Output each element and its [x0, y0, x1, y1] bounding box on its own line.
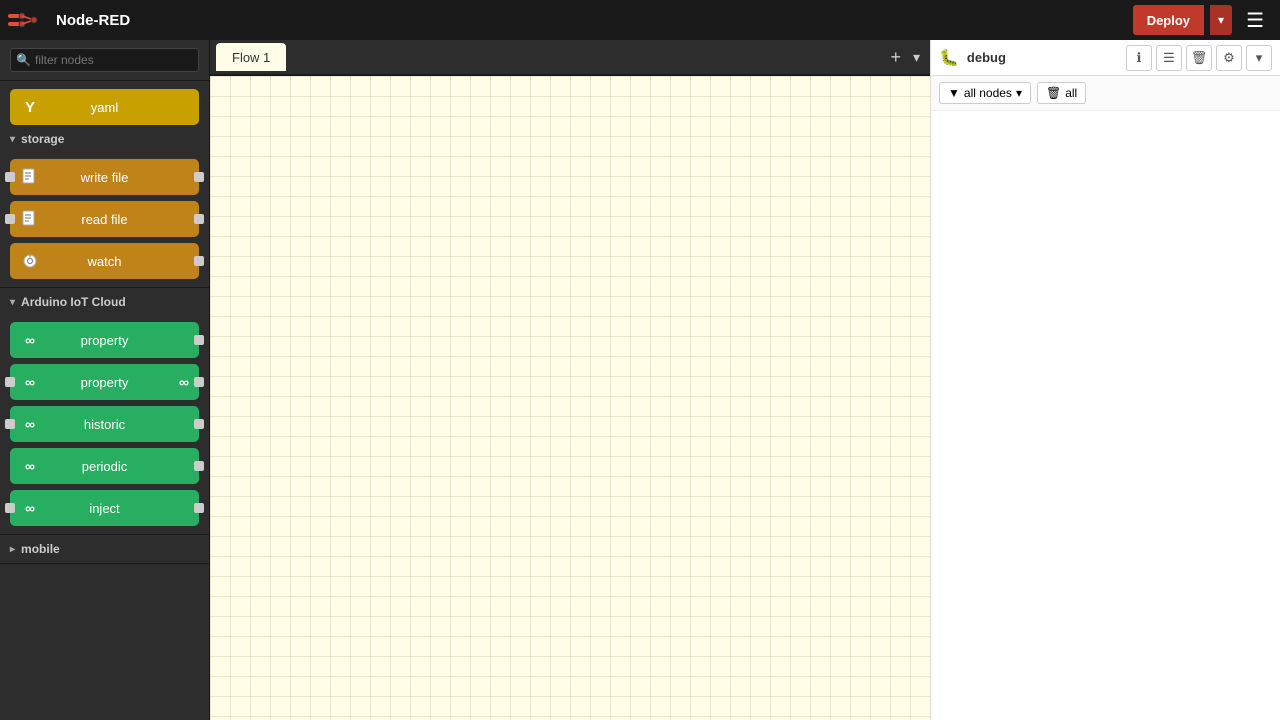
- category-mobile: ▸ mobile: [0, 535, 209, 564]
- clear-all-label: all: [1065, 86, 1077, 100]
- category-arduino-label: Arduino IoT Cloud: [21, 295, 126, 309]
- inject-port-left: [5, 503, 15, 513]
- property-out-node[interactable]: ∞ property: [10, 322, 199, 358]
- search-icon: 🔍: [16, 53, 31, 67]
- all-nodes-label: all nodes: [964, 86, 1012, 100]
- flow-tab-1-label: Flow 1: [232, 50, 270, 65]
- category-mobile-header[interactable]: ▸ mobile: [0, 535, 209, 563]
- yaml-icon: Y: [20, 97, 40, 117]
- main-layout: 🔍 Y yaml ▾ storage: [0, 40, 1280, 720]
- inject-icon: ∞: [20, 498, 40, 518]
- all-nodes-filter-button[interactable]: ▼ all nodes ▾: [939, 82, 1031, 104]
- canvas-area: Flow 1 + ▾: [210, 40, 930, 720]
- debug-icon: 🐛: [939, 48, 959, 68]
- arduino-chevron-icon: ▾: [10, 297, 15, 308]
- app-title: Node-RED: [56, 12, 130, 29]
- inject-node[interactable]: ∞ inject: [10, 490, 199, 526]
- periodic-port-right: [194, 461, 204, 471]
- write-file-icon: [20, 167, 40, 187]
- inject-port-right: [194, 503, 204, 513]
- debug-gear-button[interactable]: ⚙: [1216, 45, 1242, 71]
- filter-nodes-input[interactable]: [10, 48, 199, 72]
- property-in-port-left: [5, 377, 15, 387]
- debug-panel-dropdown-button[interactable]: ▾: [1246, 45, 1272, 71]
- historic-port-left: [5, 419, 15, 429]
- debug-title: debug: [967, 50, 1122, 65]
- property-in-icon-left: ∞: [20, 372, 40, 392]
- watch-node[interactable]: watch: [10, 243, 199, 279]
- filter-input-wrap: 🔍: [0, 40, 209, 81]
- topbar-right: Deploy ▾ ☰: [1133, 4, 1272, 37]
- property-out-icon: ∞: [20, 330, 40, 350]
- category-arduino-header[interactable]: ▾ Arduino IoT Cloud: [0, 288, 209, 316]
- category-storage: ▾ storage write file: [0, 125, 209, 288]
- storage-chevron-icon: ▾: [10, 134, 15, 145]
- trash-icon: 🗑: [1046, 86, 1061, 100]
- category-arduino: ▾ Arduino IoT Cloud ∞ property ∞ propert…: [0, 288, 209, 535]
- arduino-nodes: ∞ property ∞ property ∞ ∞ historic: [0, 316, 209, 534]
- storage-nodes: write file read file wa: [0, 153, 209, 287]
- read-file-port-left: [5, 214, 15, 224]
- flow-tabs: Flow 1 + ▾: [210, 40, 930, 76]
- debug-info-button[interactable]: ℹ: [1126, 45, 1152, 71]
- hamburger-menu-button[interactable]: ☰: [1238, 4, 1272, 37]
- flow-tab-1[interactable]: Flow 1: [216, 43, 286, 71]
- topbar-left: Node-RED: [8, 9, 130, 31]
- flow-canvas[interactable]: [210, 76, 930, 720]
- watch-port-right: [194, 256, 204, 266]
- category-storage-label: storage: [21, 132, 64, 146]
- deploy-dropdown-button[interactable]: ▾: [1210, 5, 1232, 35]
- deploy-button[interactable]: Deploy: [1133, 5, 1204, 35]
- add-flow-tab-button[interactable]: +: [884, 47, 907, 68]
- periodic-node[interactable]: ∞ periodic: [10, 448, 199, 484]
- write-file-port-left: [5, 172, 15, 182]
- historic-icon: ∞: [20, 414, 40, 434]
- category-mobile-label: mobile: [21, 542, 60, 556]
- watch-icon: [20, 251, 40, 271]
- read-file-port-right: [194, 214, 204, 224]
- debug-list-button[interactable]: ☰: [1156, 45, 1182, 71]
- all-nodes-chevron: ▾: [1016, 86, 1022, 100]
- property-out-port-right: [194, 335, 204, 345]
- property-in-icon-right: ∞: [179, 374, 189, 390]
- yaml-node[interactable]: Y yaml: [10, 89, 199, 125]
- clear-all-button[interactable]: 🗑 all: [1037, 82, 1086, 104]
- property-in-port-right: [194, 377, 204, 387]
- category-storage-header[interactable]: ▾ storage: [0, 125, 209, 153]
- read-file-icon: [20, 209, 40, 229]
- write-file-node[interactable]: write file: [10, 159, 199, 195]
- mobile-chevron-icon: ▸: [10, 544, 15, 555]
- debug-content: [931, 111, 1280, 720]
- debug-trash-button[interactable]: 🗑: [1186, 45, 1212, 71]
- read-file-node[interactable]: read file: [10, 201, 199, 237]
- historic-node[interactable]: ∞ historic: [10, 406, 199, 442]
- periodic-icon: ∞: [20, 456, 40, 476]
- topbar: Node-RED Deploy ▾ ☰: [0, 0, 1280, 40]
- yaml-node-wrap: Y yaml: [0, 81, 209, 125]
- logo-icon: [8, 9, 48, 31]
- debug-header: 🐛 debug ℹ ☰ 🗑 ⚙ ▾: [931, 40, 1280, 76]
- historic-port-right: [194, 419, 204, 429]
- filter-icon: ▼: [948, 86, 960, 100]
- debug-panel: 🐛 debug ℹ ☰ 🗑 ⚙ ▾ ▼ all nodes ▾ 🗑 all: [930, 40, 1280, 720]
- flow-tab-dropdown-button[interactable]: ▾: [909, 49, 924, 66]
- filter-wrap: 🔍: [10, 48, 199, 72]
- debug-filter-bar: ▼ all nodes ▾ 🗑 all: [931, 76, 1280, 111]
- property-in-node[interactable]: ∞ property ∞: [10, 364, 199, 400]
- sidebar: 🔍 Y yaml ▾ storage: [0, 40, 210, 720]
- write-file-port-right: [194, 172, 204, 182]
